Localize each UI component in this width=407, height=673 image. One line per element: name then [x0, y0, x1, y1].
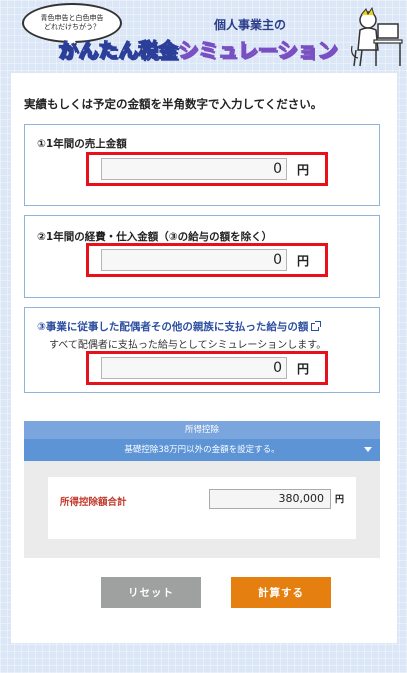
sales-amount-label: ①1年間の売上金額 [37, 138, 127, 150]
expenses-input[interactable] [101, 249, 287, 271]
deduction-total-value: 380,000 [209, 489, 331, 509]
header: 青色申告と白色申告 どれだけちがう？ 個人事業主の かんたん税金シミュレーション [0, 0, 407, 72]
family-salary-label-text[interactable]: ③事業に従事した配偶者その他の親族に支払った給与の額 [37, 321, 308, 333]
deduction-total-card: 所得控除額合計 380,000 円 [48, 477, 356, 539]
reset-button[interactable]: リセット [101, 577, 201, 608]
expenses-section: ②1年間の経費・仕入金額（③の給与の額を除く） 円 [24, 215, 380, 298]
family-salary-highlight: 円 [86, 351, 328, 385]
sales-amount-section: ①1年間の売上金額 円 [24, 124, 380, 206]
family-salary-section: ③事業に従事した配偶者その他の親族に支払った給与の額 すべて配偶者に支払った給与… [24, 307, 380, 393]
bubble-line-2: どれだけちがう？ [44, 23, 100, 31]
deduction-total-unit: 円 [335, 495, 345, 505]
family-salary-note: すべて配偶者に支払った給与としてシミュレーションします。 [49, 340, 327, 351]
header-subtitle: 個人事業主の [213, 18, 286, 32]
deduction-toggle-label[interactable]: 基礎控除38万円以外の金額を設定する。 [124, 445, 279, 455]
title-part-1: かんたん [58, 38, 139, 63]
bubble-line-1: 青色申告と白色申告 [40, 14, 104, 22]
page-title: かんたん税金シミュレーション [58, 34, 338, 63]
sales-amount-unit: 円 [297, 163, 310, 177]
expenses-unit: 円 [297, 254, 310, 268]
title-part-3: シミュレーション [177, 38, 338, 63]
title-part-2: 税金 [138, 38, 179, 63]
external-link-icon[interactable] [311, 321, 322, 331]
income-deduction-header: 所得控除 [24, 421, 380, 439]
chevron-down-icon[interactable] [364, 447, 372, 452]
deduction-toggle[interactable]: 基礎控除38万円以外の金額を設定する。 [24, 439, 380, 461]
family-salary-input[interactable] [101, 357, 287, 379]
deduction-total-label: 所得控除額合計 [60, 497, 127, 508]
sales-amount-input[interactable] [101, 158, 287, 180]
calculate-button[interactable]: 計算する [231, 577, 331, 608]
family-salary-unit: 円 [297, 362, 310, 376]
income-deduction-section: 所得控除 基礎控除38万円以外の金額を設定する。 所得控除額合計 380,000… [24, 421, 380, 558]
family-salary-label[interactable]: ③事業に従事した配偶者その他の親族に支払った給与の額 [37, 319, 322, 334]
sales-amount-highlight: 円 [86, 152, 328, 186]
expenses-label: ②1年間の経費・仕入金額（③の給与の額を除く） [37, 231, 273, 243]
instruction-text: 実績もしくは予定の金額を半角数字で入力してください。 [24, 97, 323, 111]
expenses-highlight: 円 [86, 243, 328, 277]
person-at-computer-illustration [351, 6, 403, 67]
